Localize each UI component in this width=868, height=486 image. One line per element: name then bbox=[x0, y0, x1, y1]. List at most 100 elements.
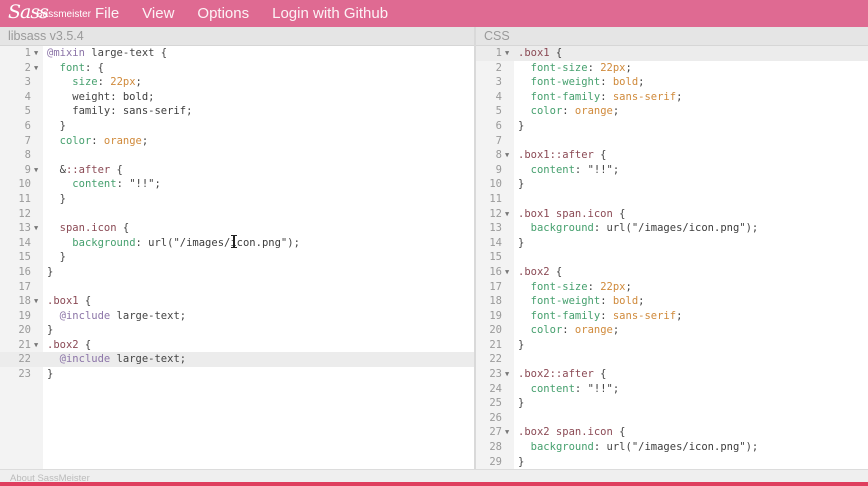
code-text: font-size: 22px; bbox=[518, 280, 632, 295]
code-line[interactable]: 5 family: sans-serif; bbox=[0, 104, 474, 119]
code-line[interactable]: 20} bbox=[0, 323, 474, 338]
code-line[interactable]: 11 bbox=[476, 192, 868, 207]
code-token: } bbox=[518, 338, 525, 351]
code-line[interactable]: 7 color: orange; bbox=[0, 134, 474, 149]
menu-file[interactable]: File bbox=[95, 0, 119, 27]
fold-toggle-icon[interactable]: ▼ bbox=[34, 338, 38, 353]
fold-toggle-icon[interactable]: ▼ bbox=[34, 46, 38, 61]
line-number: 27 bbox=[489, 426, 502, 439]
code-token: .box2 span.icon bbox=[518, 426, 613, 439]
code-line[interactable]: 10} bbox=[476, 177, 868, 192]
menu-options[interactable]: Options bbox=[197, 0, 249, 27]
code-line[interactable]: 22 @include large-text; bbox=[0, 352, 474, 368]
code-line[interactable]: 21 ▼ .box2 { bbox=[0, 338, 474, 353]
sassmeister-logo[interactable]: Sass Sassmeister bbox=[8, 0, 91, 27]
code-token: content bbox=[530, 382, 575, 395]
code-line[interactable]: 19 @include large-text; bbox=[0, 309, 474, 324]
code-line[interactable]: 4 font-family: sans-serif; bbox=[476, 90, 868, 105]
code-line[interactable]: 11 } bbox=[0, 192, 474, 207]
code-line[interactable]: 16 ▼ .box2 { bbox=[476, 265, 868, 280]
code-line[interactable]: 22 bbox=[476, 352, 868, 367]
code-line[interactable]: 3 size: 22px; bbox=[0, 75, 474, 90]
scss-panel-header[interactable]: libsass v3.5.4 bbox=[0, 27, 474, 46]
css-panel-header[interactable]: CSS bbox=[476, 27, 868, 46]
code-line[interactable]: 23 ▼ .box2::after { bbox=[476, 367, 868, 382]
code-line[interactable]: 3 font-weight: bold; bbox=[476, 75, 868, 90]
line-number: 7 bbox=[495, 134, 502, 147]
code-token: } bbox=[518, 119, 525, 132]
code-text: font-family: sans-serif; bbox=[518, 90, 683, 105]
scss-editor[interactable]: 1 ▼ @mixin large-text {2 ▼ font: {3 size: 2… bbox=[0, 46, 474, 469]
fold-toggle-icon[interactable]: ▼ bbox=[34, 294, 38, 309]
code-text: @mixin large-text { bbox=[47, 46, 167, 61]
fold-toggle-icon[interactable]: ▼ bbox=[505, 425, 509, 440]
code-line[interactable]: 14} bbox=[476, 236, 868, 251]
css-output-editor[interactable]: 1 ▼ .box1 {2 font-size: 22px; 3 font-weight… bbox=[476, 46, 868, 469]
code-token: & bbox=[47, 163, 66, 176]
code-token: { bbox=[110, 163, 123, 176]
fold-toggle-icon[interactable]: ▼ bbox=[34, 221, 38, 236]
code-line[interactable]: 17 font-size: 22px; bbox=[476, 280, 868, 295]
fold-toggle-icon[interactable]: ▼ bbox=[505, 207, 509, 222]
code-lines: 1 ▼ @mixin large-text {2 ▼ font: {3 size: 2… bbox=[0, 46, 474, 382]
menu-login-github[interactable]: Login with Github bbox=[272, 0, 388, 27]
code-line[interactable]: 10 content: "!!"; bbox=[0, 177, 474, 192]
code-line[interactable]: 8 bbox=[0, 148, 474, 163]
code-line[interactable]: 4 weight: bold; bbox=[0, 90, 474, 105]
line-number: 3 bbox=[495, 76, 502, 89]
code-token: : url( bbox=[135, 236, 174, 249]
code-line[interactable]: 13 background: url("/images/icon.png"); bbox=[476, 221, 868, 236]
code-line[interactable]: 7 bbox=[476, 134, 868, 149]
code-line[interactable]: 9 ▼ &::after { bbox=[0, 163, 474, 178]
code-line[interactable]: 21} bbox=[476, 338, 868, 353]
code-text: } bbox=[47, 119, 66, 134]
fold-toggle-icon[interactable]: ▼ bbox=[34, 163, 38, 178]
code-line[interactable]: 6} bbox=[476, 119, 868, 134]
code-line[interactable]: 1 ▼ @mixin large-text { bbox=[0, 46, 474, 61]
code-line[interactable]: 1 ▼ .box1 { bbox=[476, 46, 868, 61]
code-line[interactable]: 19 font-family: sans-serif; bbox=[476, 309, 868, 324]
line-number: 20 bbox=[18, 324, 31, 337]
code-line[interactable]: 24 content: "!!"; bbox=[476, 382, 868, 397]
code-line[interactable]: 26 bbox=[476, 411, 868, 426]
code-line[interactable]: 18 ▼ .box1 { bbox=[0, 294, 474, 309]
code-line[interactable]: 23} bbox=[0, 367, 474, 382]
code-line[interactable]: 17 bbox=[0, 280, 474, 295]
menu-view[interactable]: View bbox=[142, 0, 174, 27]
code-token: @include bbox=[59, 353, 111, 366]
line-number: 4 bbox=[495, 90, 502, 103]
code-line[interactable]: 18 font-weight: bold; bbox=[476, 294, 868, 309]
fold-toggle-icon[interactable]: ▼ bbox=[505, 148, 509, 163]
code-line[interactable]: 16} bbox=[0, 265, 474, 280]
code-line[interactable]: 27 ▼ .box2 span.icon { bbox=[476, 425, 868, 440]
code-line[interactable]: 28 background: url("/images/icon.png"); bbox=[476, 440, 868, 455]
line-number: 25 bbox=[489, 397, 502, 410]
code-line[interactable]: 15 } bbox=[0, 250, 474, 265]
code-token: color bbox=[530, 324, 563, 337]
code-line[interactable]: 12 bbox=[0, 207, 474, 222]
code-line[interactable]: 20 color: orange; bbox=[476, 323, 868, 338]
code-line[interactable]: 15 bbox=[476, 250, 868, 265]
fold-toggle-icon[interactable]: ▼ bbox=[34, 61, 38, 76]
code-line[interactable]: 2 ▼ font: { bbox=[0, 61, 474, 76]
code-line[interactable]: 2 font-size: 22px; bbox=[476, 61, 868, 76]
code-line[interactable]: 13 ▼ span.icon { bbox=[0, 221, 474, 236]
code-line[interactable]: 14 background: url("/images/icon.png"); bbox=[0, 236, 474, 251]
fold-toggle-icon[interactable]: ▼ bbox=[505, 265, 509, 280]
fold-toggle-icon[interactable]: ▼ bbox=[505, 46, 509, 61]
fold-toggle-icon[interactable]: ▼ bbox=[505, 367, 509, 382]
code-line[interactable]: 12 ▼ .box1 span.icon { bbox=[476, 207, 868, 222]
code-line[interactable]: 25} bbox=[476, 396, 868, 411]
code-token: sans-serif bbox=[612, 309, 677, 322]
code-line[interactable]: 6 } bbox=[0, 119, 474, 134]
code-line[interactable]: 9 content: "!!"; bbox=[476, 163, 868, 178]
code-token: orange bbox=[574, 105, 613, 118]
code-token: ; bbox=[625, 61, 632, 74]
code-line[interactable]: 8 ▼ .box1::after { bbox=[476, 148, 868, 163]
code-line[interactable]: 5 color: orange; bbox=[476, 104, 868, 119]
code-line[interactable]: 29} bbox=[476, 455, 868, 469]
